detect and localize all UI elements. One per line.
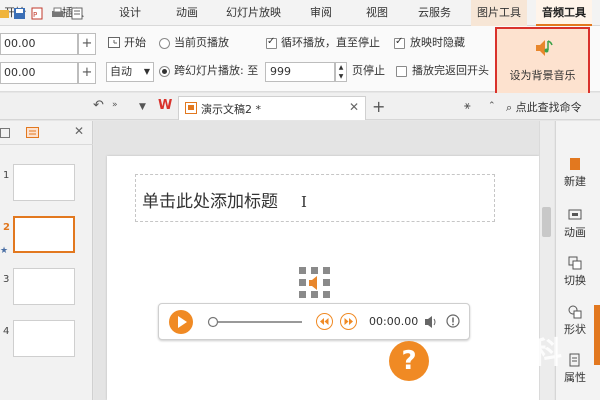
- rewind-button[interactable]: [316, 313, 333, 330]
- slide-thumbnail-4[interactable]: [13, 320, 75, 357]
- tab-animation[interactable]: 动画: [176, 0, 198, 26]
- sidebar-item-transition[interactable]: 切换: [555, 256, 595, 288]
- slide-panel-tabs: ✕: [0, 121, 93, 145]
- tab-audio-tools[interactable]: 音频工具: [536, 0, 592, 26]
- tab-picture-tools[interactable]: 图片工具: [471, 0, 527, 26]
- start-mode-value: 自动: [110, 65, 132, 78]
- close-tab-icon[interactable]: ✕: [349, 100, 359, 114]
- customize-dropdown-icon[interactable]: ▼: [139, 102, 146, 112]
- loop-label: 循环播放，直至停止: [281, 36, 380, 49]
- slide-number-2: 2: [3, 222, 10, 233]
- watermark: 百科: [498, 336, 566, 371]
- sidebar-item-animation-label: 动画: [564, 226, 586, 239]
- more-icon[interactable]: »: [112, 100, 118, 110]
- slide-number-3: 3: [3, 274, 10, 285]
- tab-design[interactable]: 设计: [119, 0, 141, 26]
- document-tab-title: 演示文稿2 *: [201, 103, 261, 116]
- current-page-radio[interactable]: [159, 38, 170, 49]
- animation-icon: [568, 209, 582, 220]
- pin-icon[interactable]: ⚹: [464, 99, 471, 113]
- chevron-down-icon: ▼: [143, 67, 150, 76]
- tab-view[interactable]: 视图: [366, 0, 388, 26]
- svg-text:P: P: [33, 11, 37, 19]
- fade-out-plus-button[interactable]: +: [78, 62, 96, 84]
- properties-icon: [569, 353, 580, 367]
- presentation-doc-icon: [185, 102, 197, 114]
- find-command-label: 点此查找命令: [515, 101, 582, 114]
- menu-bar: 开始 插入 设计 动画 幻灯片放映 审阅 视图 云服务 图片工具 音频工具: [0, 0, 600, 26]
- tab-cloud[interactable]: 云服务: [418, 0, 451, 26]
- sidebar-item-transition-label: 切换: [564, 274, 586, 287]
- text-cursor-icon: I: [301, 193, 307, 211]
- set-background-music-button[interactable]: 设为背景音乐: [495, 27, 590, 97]
- cross-slide-label: 跨幻灯片播放: 至: [174, 64, 259, 77]
- start-label: 开始: [124, 36, 146, 49]
- help-button[interactable]: ?: [389, 341, 429, 381]
- scrollbar-thumb[interactable]: [542, 207, 551, 237]
- export-pdf-icon[interactable]: P: [31, 7, 44, 20]
- slides-view-icon[interactable]: [26, 127, 40, 139]
- sidebar-item-shape-label: 形状: [564, 323, 586, 336]
- new-tab-plus-icon[interactable]: +: [372, 97, 385, 116]
- slide-number-4: 4: [3, 326, 10, 337]
- progress-track[interactable]: [207, 315, 307, 329]
- clock-icon: [108, 37, 120, 48]
- close-panel-icon[interactable]: ✕: [74, 124, 84, 138]
- cross-slide-stepper[interactable]: ▲ ▼: [335, 62, 347, 82]
- cross-slide-input[interactable]: 999: [265, 62, 335, 82]
- title-placeholder-box[interactable]: 单击此处添加标题: [135, 174, 495, 222]
- start-mode-select[interactable]: 自动 ▼: [106, 62, 154, 82]
- print-preview-icon[interactable]: [71, 7, 84, 20]
- save-icon[interactable]: [13, 7, 26, 20]
- fade-in-plus-button[interactable]: +: [78, 33, 96, 55]
- audio-player: [158, 303, 470, 340]
- music-speaker-icon: [536, 40, 553, 56]
- fade-out-input[interactable]: 00.00: [0, 62, 78, 84]
- slide-number-1: 1: [3, 170, 10, 181]
- hide-checkbox[interactable]: [394, 36, 405, 49]
- slide-panel: ✕: [0, 121, 93, 400]
- slide-thumbnail-3[interactable]: [13, 268, 75, 305]
- slide-thumbnail-1[interactable]: [13, 164, 75, 201]
- forward-button[interactable]: [340, 313, 357, 330]
- rewind-checkbox[interactable]: [396, 66, 407, 77]
- page-stop-label: 页停止: [352, 64, 385, 77]
- slide-thumbnail-2[interactable]: [13, 216, 75, 253]
- player-time: 00:00.00: [369, 315, 419, 328]
- undo-icon[interactable]: ↶: [93, 98, 104, 113]
- animation-star-icon: ★: [0, 246, 9, 256]
- new-icon: [570, 158, 580, 170]
- find-command[interactable]: ⌕ 点此查找命令: [506, 99, 582, 115]
- cross-slide-radio[interactable]: [159, 66, 170, 77]
- sidebar-item-animation[interactable]: 动画: [555, 208, 595, 240]
- audio-object-icon[interactable]: [299, 267, 331, 299]
- sidebar-item-properties-label: 属性: [564, 371, 586, 384]
- title-placeholder-text: 单击此处添加标题: [142, 192, 278, 212]
- loop-checkbox[interactable]: [266, 36, 277, 49]
- transition-icon: [568, 256, 582, 270]
- print-icon[interactable]: [51, 7, 64, 20]
- folder-icon[interactable]: [0, 7, 11, 20]
- volume-icon[interactable]: [423, 314, 439, 330]
- set-background-music-label: 设为背景音乐: [509, 69, 576, 82]
- play-button[interactable]: [169, 310, 193, 334]
- rewind-label: 播放完返回开头: [412, 64, 489, 77]
- search-icon: ⌕: [506, 101, 513, 114]
- expand-icon[interactable]: ⌃: [488, 101, 496, 111]
- current-page-label: 当前页播放: [174, 36, 229, 49]
- wps-logo-icon[interactable]: W: [158, 98, 172, 113]
- sidebar-item-new-label: 新建: [564, 175, 586, 188]
- sidebar-accent-bar: [594, 305, 600, 365]
- document-tab[interactable]: 演示文稿2 * ✕: [178, 96, 366, 120]
- tab-slideshow[interactable]: 幻灯片放映: [226, 0, 281, 26]
- tab-review[interactable]: 审阅: [310, 0, 332, 26]
- info-icon[interactable]: [446, 314, 462, 330]
- hide-label: 放映时隐藏: [410, 36, 465, 49]
- sidebar-item-new[interactable]: 新建: [555, 157, 595, 189]
- shape-icon: [568, 305, 582, 319]
- outline-view-icon[interactable]: [0, 127, 12, 139]
- fade-in-input[interactable]: 00.00: [0, 33, 78, 55]
